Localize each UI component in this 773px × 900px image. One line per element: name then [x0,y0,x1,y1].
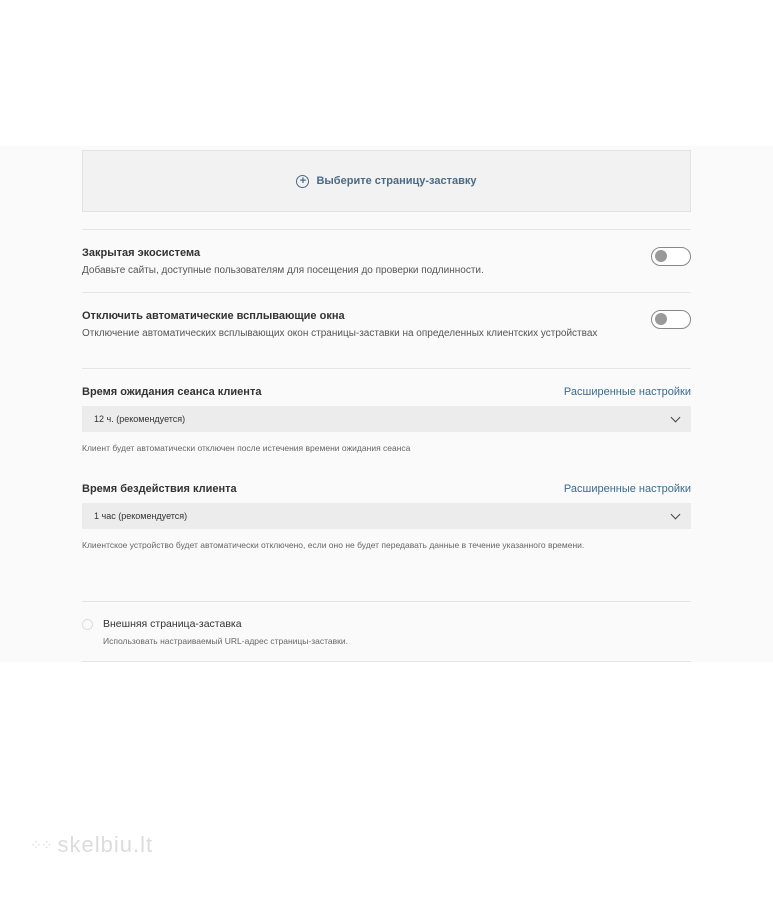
choose-splash-page-button[interactable]: + Выберите страницу-заставку [82,150,691,212]
external-splash-row: Внешняя страница-заставка Использовать н… [82,601,691,662]
closed-ecosystem-title: Закрытая экосистема [82,247,201,259]
disable-popups-title: Отключить автоматические всплывающие окн… [82,310,345,322]
chevron-down-icon [670,412,681,422]
idle-timeout-advanced-link[interactable]: Расширенные настройки [564,483,691,495]
disable-popups-row: Отключить автоматические всплывающие окн… [82,292,691,368]
session-timeout-section: Время ожидания сеанса клиента Расширенны… [82,368,691,466]
session-timeout-title: Время ожидания сеанса клиента [82,386,262,398]
external-splash-description: Использовать настраиваемый URL-адрес стр… [103,636,348,646]
watermark-text: skelbiu.lt [57,832,154,857]
session-timeout-value: 12 ч. (рекомендуется) [94,414,186,424]
idle-timeout-select[interactable]: 1 час (рекомендуется) [82,503,691,529]
closed-ecosystem-toggle[interactable] [651,247,691,266]
closed-ecosystem-row: Закрытая экосистема Добавьте сайты, дост… [82,229,691,292]
plus-circle-icon: + [296,174,310,188]
session-timeout-advanced-link[interactable]: Расширенные настройки [564,386,691,398]
disable-popups-description: Отключение автоматических всплывающих ок… [82,328,598,339]
chevron-down-icon [670,509,681,519]
watermark: ⁘⁘ skelbiu.lt [30,832,153,858]
idle-timeout-section: Время бездействия клиента Расширенные на… [82,466,691,601]
external-splash-title: Внешняя страница-заставка [103,618,242,630]
session-timeout-hint: Клиент будет автоматически отключен посл… [82,443,411,453]
idle-timeout-hint: Клиентское устройство будет автоматическ… [82,540,585,550]
watermark-logo-icon: ⁘⁘ [30,836,52,853]
external-splash-radio[interactable] [82,619,93,630]
disable-popups-toggle[interactable] [651,310,691,329]
settings-panel: + Выберите страницу-заставку Закрытая эк… [82,150,691,662]
toggle-knob [655,313,667,325]
choose-splash-page-label: Выберите страницу-заставку [316,175,477,187]
closed-ecosystem-description: Добавьте сайты, доступные пользователям … [82,265,484,276]
idle-timeout-title: Время бездействия клиента [82,483,237,495]
session-timeout-select[interactable]: 12 ч. (рекомендуется) [82,406,691,432]
toggle-knob [655,250,667,262]
idle-timeout-value: 1 час (рекомендуется) [94,511,188,521]
